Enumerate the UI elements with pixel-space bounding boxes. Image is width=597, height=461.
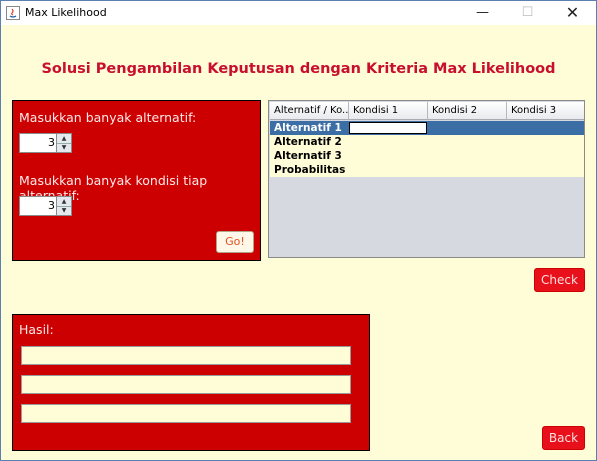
input-panel: Masukkan banyak alternatif: 3 ▲ ▼ Masukk… xyxy=(12,100,261,261)
column-header[interactable]: Kondisi 2 xyxy=(428,102,507,120)
table-row[interactable]: Alternatif 3 xyxy=(270,149,584,163)
result-field-1[interactable] xyxy=(21,346,351,365)
alternatives-value[interactable]: 3 xyxy=(48,136,55,149)
conditions-spinner[interactable]: 3 ▲ ▼ xyxy=(19,196,72,216)
spinner-down-icon[interactable]: ▼ xyxy=(57,206,71,215)
spinner-buttons: ▲ ▼ xyxy=(56,134,71,152)
go-button[interactable]: Go! xyxy=(216,231,254,253)
alternatives-spinner[interactable]: 3 ▲ ▼ xyxy=(19,133,72,153)
app-window: Max Likelihood — ☐ ✕ Solusi Pengambilan … xyxy=(0,0,597,461)
spinner-down-icon[interactable]: ▼ xyxy=(57,143,71,152)
result-panel: Hasil: xyxy=(12,314,370,451)
row-label: Probabilitas xyxy=(274,164,346,176)
check-button[interactable]: Check xyxy=(534,268,585,292)
close-button[interactable]: ✕ xyxy=(550,1,595,25)
java-app-icon xyxy=(6,6,20,20)
maximize-button[interactable]: ☐ xyxy=(505,1,550,25)
column-header[interactable]: Kondisi 1 xyxy=(349,102,428,120)
page-heading: Solusi Pengambilan Keputusan dengan Krit… xyxy=(41,61,556,77)
back-button[interactable]: Back xyxy=(542,426,585,450)
table-header: Alternatif / Ko... Kondisi 1 Kondisi 2 K… xyxy=(270,102,584,121)
column-header[interactable]: Kondisi 3 xyxy=(507,102,584,120)
title-bar[interactable]: Max Likelihood — ☐ ✕ xyxy=(1,1,596,25)
data-table[interactable]: Alternatif / Ko... Kondisi 1 Kondisi 2 K… xyxy=(268,100,585,258)
spinner-buttons: ▲ ▼ xyxy=(56,197,71,215)
window-title: Max Likelihood xyxy=(25,6,107,19)
table-row[interactable]: Alternatif 1 xyxy=(270,121,584,135)
result-field-2[interactable] xyxy=(21,375,351,394)
minimize-button[interactable]: — xyxy=(460,1,505,25)
conditions-value[interactable]: 3 xyxy=(48,199,55,212)
alternatives-label: Masukkan banyak alternatif: xyxy=(19,110,197,125)
row-label: Alternatif 2 xyxy=(274,136,342,148)
editing-cell[interactable] xyxy=(349,122,427,134)
column-header[interactable]: Alternatif / Ko... xyxy=(270,102,349,120)
row-label: Alternatif 1 xyxy=(274,122,342,134)
result-label: Hasil: xyxy=(19,322,54,337)
result-field-3[interactable] xyxy=(21,404,351,423)
table-row[interactable]: Alternatif 2 xyxy=(270,135,584,149)
table-row[interactable]: Probabilitas xyxy=(270,163,584,177)
row-label: Alternatif 3 xyxy=(274,150,342,162)
